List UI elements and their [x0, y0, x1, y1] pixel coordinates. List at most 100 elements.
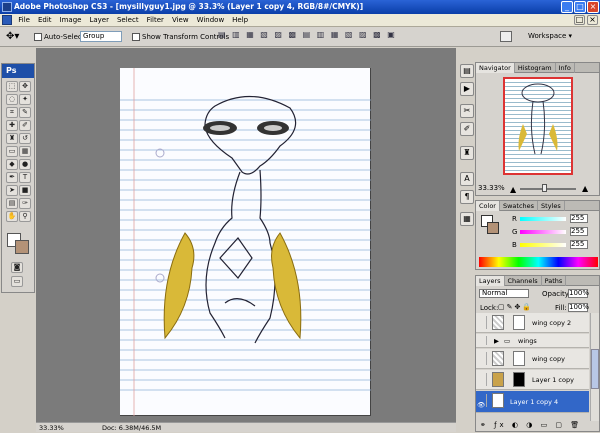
document-image[interactable] — [120, 68, 371, 416]
tab-histogram[interactable]: Histogram — [515, 63, 556, 73]
fill-input[interactable]: 100% — [568, 303, 589, 312]
dock-brushes-icon[interactable]: ✐ — [460, 122, 474, 136]
navigator-preview[interactable] — [503, 77, 573, 175]
layer-row[interactable]: Layer 1 copy — [476, 370, 589, 390]
layer-thumbnail — [492, 315, 504, 330]
document-menu-icon[interactable] — [2, 15, 12, 25]
tab-info[interactable]: Info — [556, 63, 575, 73]
type-tool-icon[interactable]: T — [19, 172, 31, 183]
dock-tools-icon[interactable]: ✂ — [460, 104, 474, 118]
menu-image[interactable]: Image — [56, 14, 86, 27]
background-color-swatch[interactable] — [15, 240, 29, 254]
blur-tool-icon[interactable]: ◆ — [6, 159, 18, 170]
healing-brush-icon[interactable]: ✚ — [6, 120, 18, 131]
crop-tool-icon[interactable]: ⌗ — [6, 107, 18, 118]
visibility-icon[interactable] — [477, 373, 487, 386]
zoom-tool-icon[interactable]: ⚲ — [19, 211, 31, 222]
auto-select-target-dropdown[interactable]: Group — [80, 31, 122, 42]
menu-window[interactable]: Window — [193, 14, 229, 27]
dock-history-icon[interactable]: ▤ — [460, 64, 474, 78]
r-slider[interactable] — [520, 217, 566, 221]
tab-layers[interactable]: Layers — [476, 276, 505, 286]
tab-paths[interactable]: Paths — [542, 276, 567, 286]
show-transform-checkbox[interactable] — [132, 33, 140, 41]
menu-edit[interactable]: Edit — [34, 14, 56, 27]
screen-mode-icon[interactable]: ▭ — [11, 276, 23, 287]
tab-swatches[interactable]: Swatches — [500, 201, 539, 211]
navigator-zoom-value[interactable]: 33.33% — [478, 184, 505, 192]
move-tool-icon[interactable]: ✥ — [19, 81, 31, 92]
scrollbar-thumb[interactable] — [591, 349, 599, 389]
ps-logo[interactable]: Ps — [2, 64, 34, 78]
visibility-icon[interactable] — [477, 352, 487, 365]
eyedropper-icon[interactable]: ✑ — [19, 198, 31, 209]
expand-triangle-icon[interactable]: ▶ — [494, 334, 499, 348]
pen-tool-icon[interactable]: ✒ — [6, 172, 18, 183]
tab-styles[interactable]: Styles — [538, 201, 565, 211]
menu-layer[interactable]: Layer — [85, 14, 113, 27]
tab-navigator[interactable]: Navigator — [476, 63, 515, 73]
maximize-icon[interactable]: □ — [574, 1, 586, 13]
b-slider[interactable] — [520, 243, 566, 247]
lock-icons[interactable]: ▢✎✥🔒 — [498, 303, 533, 311]
close-icon[interactable]: × — [587, 1, 599, 13]
menu-file[interactable]: File — [14, 14, 34, 27]
gradient-tool-icon[interactable]: ▦ — [19, 146, 31, 157]
history-brush-icon[interactable]: ↺ — [19, 133, 31, 144]
blend-mode-dropdown[interactable]: Normal — [479, 289, 529, 298]
slice-tool-icon[interactable]: ✎ — [19, 107, 31, 118]
workspace-menu[interactable]: Workspace ▾ — [528, 32, 572, 40]
tab-channels[interactable]: Channels — [505, 276, 542, 286]
zoom-out-icon[interactable]: ▲ — [510, 185, 516, 194]
layer-row[interactable]: wing copy 2 — [476, 313, 589, 333]
visibility-icon[interactable] — [477, 316, 487, 329]
color-bg-swatch[interactable] — [487, 222, 499, 234]
visibility-icon[interactable]: 👁 — [477, 394, 487, 409]
move-tool-preset-icon[interactable]: ✥▾ — [6, 31, 19, 42]
menu-select[interactable]: Select — [113, 14, 143, 27]
zoom-slider-handle[interactable] — [542, 184, 547, 192]
menu-filter[interactable]: Filter — [143, 14, 168, 27]
layer-actions[interactable]: ⚭ ƒx ◐ ◑ ▭ ▢ 🗑 — [480, 421, 582, 429]
magic-wand-icon[interactable]: ✦ — [19, 94, 31, 105]
notes-tool-icon[interactable]: ▤ — [6, 198, 18, 209]
path-select-icon[interactable]: ➤ — [6, 185, 18, 196]
dock-info-icon[interactable]: ▦ — [460, 212, 474, 226]
clone-stamp-icon[interactable]: ♜ — [6, 133, 18, 144]
layers-panel: Layers Channels Paths Normal Opacity: 100%… — [475, 275, 600, 432]
b-value[interactable]: 255 — [570, 240, 588, 249]
brush-tool-icon[interactable]: ✐ — [19, 120, 31, 131]
bridge-icon[interactable] — [500, 31, 512, 42]
eraser-tool-icon[interactable]: ▭ — [6, 146, 18, 157]
tab-color[interactable]: Color — [476, 201, 500, 211]
g-value[interactable]: 255 — [570, 227, 588, 236]
doc-close-icon[interactable]: × — [587, 15, 598, 25]
menu-view[interactable]: View — [168, 14, 193, 27]
align-buttons[interactable]: ▤ ▥ ▦ ▧ ▨ ▩ ▤ ▥ ▦ ▧ ▨ ▩ ▣ — [218, 30, 458, 43]
quick-mask-icon[interactable]: ◙ — [11, 262, 23, 273]
lasso-tool-icon[interactable]: ◌ — [6, 94, 18, 105]
color-ramp[interactable] — [479, 257, 598, 267]
dock-clone-icon[interactable]: ♜ — [460, 146, 474, 160]
layer-row[interactable]: wing copy — [476, 349, 589, 369]
visibility-icon[interactable] — [477, 336, 487, 345]
dodge-tool-icon[interactable]: ● — [19, 159, 31, 170]
layers-scrollbar[interactable] — [590, 313, 599, 421]
zoom-in-icon[interactable]: ▲ — [582, 184, 588, 193]
dock-actions-icon[interactable]: ▶ — [460, 82, 474, 96]
dock-paragraph-icon[interactable]: ¶ — [460, 190, 474, 204]
opacity-input[interactable]: 100% — [568, 289, 589, 298]
doc-restore-icon[interactable]: □ — [574, 15, 585, 25]
g-slider[interactable] — [520, 230, 566, 234]
r-value[interactable]: 255 — [570, 214, 588, 223]
minimize-icon[interactable]: _ — [561, 1, 573, 13]
shape-tool-icon[interactable]: ■ — [19, 185, 31, 196]
layer-group-row[interactable]: ▶ ▭ wings — [476, 334, 589, 348]
auto-select-checkbox[interactable] — [34, 33, 42, 41]
dock-character-icon[interactable]: A — [460, 172, 474, 186]
navigator-zoom-slider[interactable] — [520, 188, 576, 190]
hand-tool-icon[interactable]: ✋ — [6, 211, 18, 222]
marquee-tool-icon[interactable]: ⬚ — [6, 81, 18, 92]
menu-help[interactable]: Help — [228, 14, 252, 27]
layer-row-selected[interactable]: 👁 Layer 1 copy 4 — [476, 391, 589, 413]
